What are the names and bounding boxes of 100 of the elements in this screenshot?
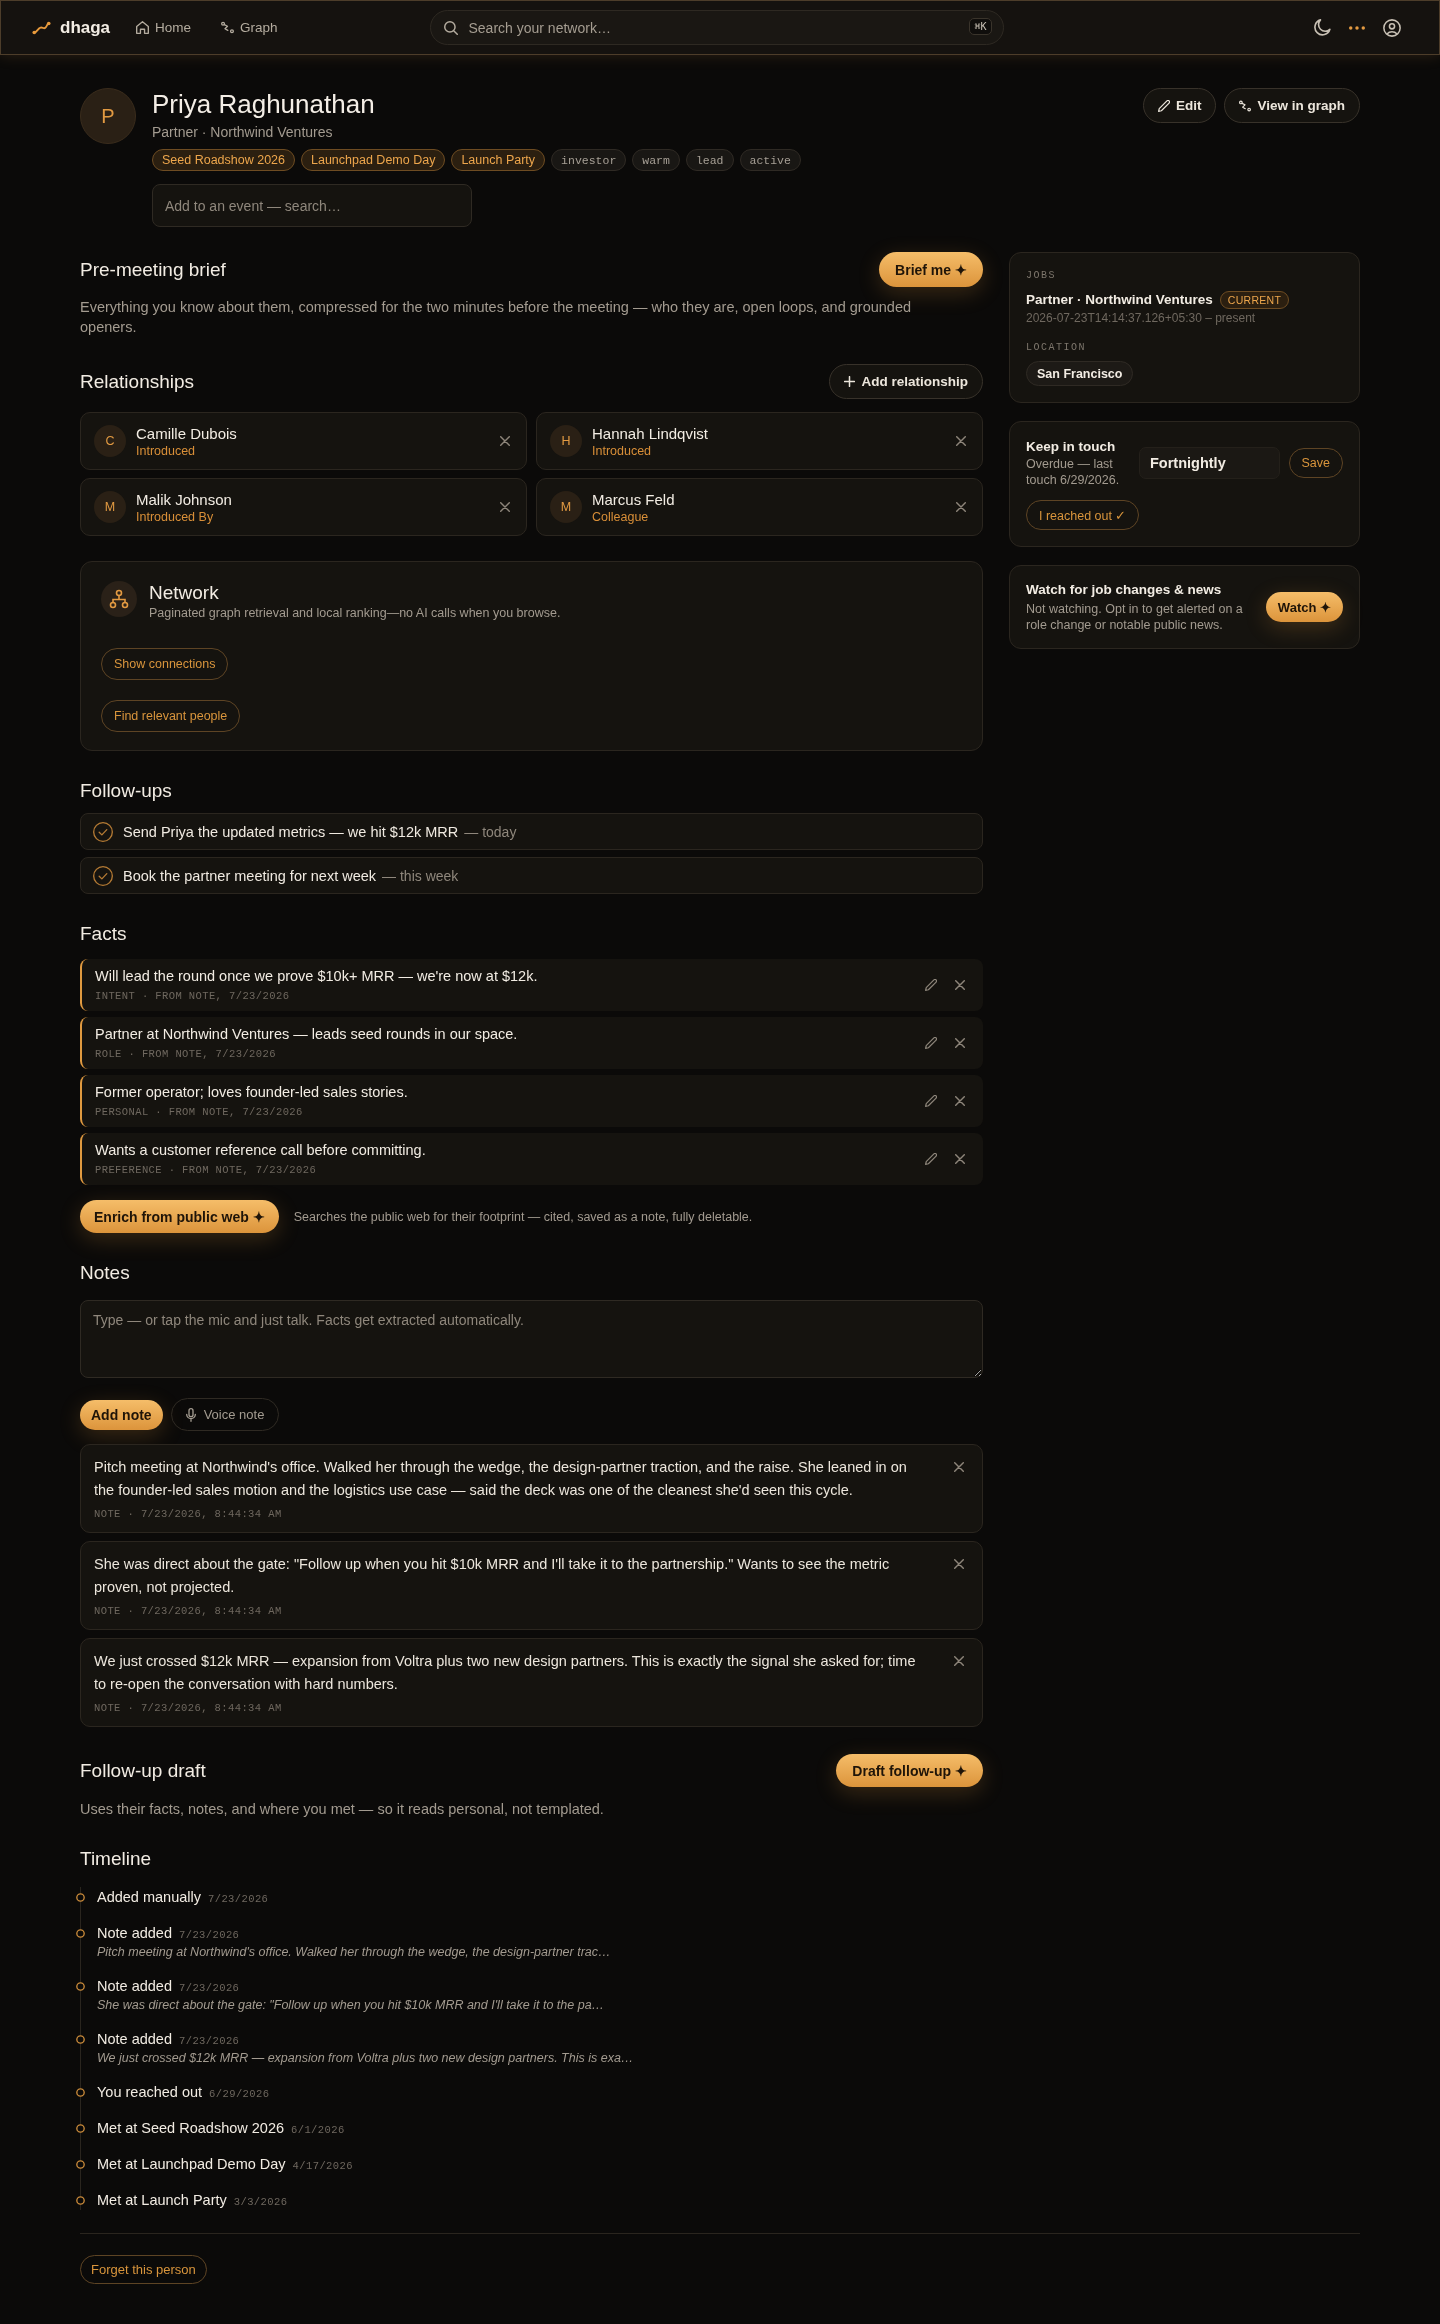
timeline-title: Note added xyxy=(97,2030,172,2049)
due-label: — today xyxy=(464,823,517,840)
pencil-icon[interactable] xyxy=(925,979,937,991)
card-description: Paginated graph retrieval and local ranking—no AI calls when you browse. xyxy=(149,605,561,621)
logo-icon xyxy=(32,20,51,35)
check-circle-icon[interactable] xyxy=(93,821,113,842)
timeline-title: Note added xyxy=(97,1977,172,1996)
relationship-card[interactable]: M Marcus Feld Colleague xyxy=(536,478,983,536)
timeline-date: 4/17/2026 xyxy=(292,2159,353,2173)
fact-meta: INTENT · FROM NOTE, 7/23/2026 xyxy=(95,989,291,1003)
relationship-card[interactable]: H Hannah Lindqvist Introduced xyxy=(536,412,983,470)
tag: investor xyxy=(551,149,627,171)
close-icon[interactable] xyxy=(955,980,965,990)
close-icon[interactable] xyxy=(955,1154,965,1164)
contact-name: Hannah Lindqvist xyxy=(592,423,709,443)
close-icon[interactable] xyxy=(954,1462,964,1472)
relation-label: Colleague xyxy=(592,508,650,525)
nav-link[interactable]: Home xyxy=(134,16,194,39)
section-description: Uses their facts, notes, and where you met — so it reads personal, not templated. xyxy=(80,1800,605,1819)
close-icon[interactable] xyxy=(500,436,510,446)
edit-button[interactable]: Edit xyxy=(1142,88,1217,123)
close-icon[interactable] xyxy=(955,1096,965,1106)
close-icon[interactable] xyxy=(954,1656,964,1666)
person-subtitle: Partner · Northwind Ventures xyxy=(152,123,334,142)
pencil-icon[interactable] xyxy=(925,1037,937,1049)
close-icon[interactable] xyxy=(956,436,966,446)
shortcut-badge: ⌘K xyxy=(969,18,992,35)
note-text: We just crossed $12k MRR — expansion from Voltra plus two new design partners. This is exactly the signal she asked for; time to re-open the conversation with hard numbers. xyxy=(94,1652,917,1694)
timeline-title: You reached out xyxy=(97,2083,203,2102)
timeline-excerpt: Pitch meeting at Northwind's office. Walked her through the wedge, the design-partner trac… xyxy=(97,1944,611,1960)
avatar: M xyxy=(94,491,126,523)
timeline-date: 7/23/2026 xyxy=(179,1928,240,1942)
due-label: — this week xyxy=(382,867,459,884)
note-text: She was direct about the gate: "Follow up when you hit $10k MRR and I'll take it to the partnership." Wants to see the metric proven, not projected. xyxy=(94,1555,891,1597)
moon-icon[interactable] xyxy=(1314,19,1331,36)
contact-name: Marcus Feld xyxy=(592,489,676,509)
relationship-card[interactable]: M Malik Johnson Introduced By xyxy=(80,478,527,536)
section-description: Everything you know about them, compressed for the two minutes before the meeting — who they are, open loops, and grounded openers. xyxy=(80,298,913,337)
close-icon[interactable] xyxy=(955,1038,965,1048)
card-title: Keep in touch xyxy=(1026,438,1117,456)
section-title: Follow-up draft xyxy=(80,1758,206,1783)
pencil-icon[interactable] xyxy=(925,1153,937,1165)
timeline-dot-icon xyxy=(76,2034,85,2044)
note-input[interactable]: Type — or tap the mic and just talk. Facts get extracted automatically. xyxy=(80,1300,983,1378)
graph-icon xyxy=(1239,99,1252,112)
timeline-title: Added manually xyxy=(97,1888,201,1907)
enrich-button[interactable]: Enrich from public web ✦ xyxy=(80,1200,279,1233)
timeline-title: Met at Seed Roadshow 2026 xyxy=(97,2119,284,2138)
timeline-dot-icon xyxy=(76,1892,85,1902)
pencil-icon[interactable] xyxy=(925,1095,937,1107)
user-icon[interactable] xyxy=(1383,18,1401,37)
nav-link[interactable]: Graph xyxy=(219,16,280,39)
mic-icon xyxy=(185,1407,196,1422)
timeline-title: Met at Launchpad Demo Day xyxy=(97,2155,286,2174)
tag: warm xyxy=(632,149,680,171)
current-badge: CURRENT xyxy=(1219,291,1290,309)
timeline-date: 7/23/2026 xyxy=(179,2034,240,2048)
add-note-button[interactable]: Add note xyxy=(80,1399,163,1430)
location-label: LOCATION xyxy=(1026,341,1087,355)
avatar: H xyxy=(550,425,582,457)
event-tag[interactable]: Seed Roadshow 2026 xyxy=(152,149,295,171)
section-title: Timeline xyxy=(80,1847,153,1871)
relationship-card[interactable]: C Camille Dubois Introduced xyxy=(80,412,527,470)
watch-button[interactable]: Watch ✦ xyxy=(1265,592,1343,622)
add-relationship-button[interactable]: Add relationship xyxy=(829,364,983,399)
timeline-dot-icon xyxy=(76,2087,85,2097)
event-tag[interactable]: Launch Party xyxy=(451,149,546,171)
hierarchy-icon xyxy=(101,581,137,617)
event-search-field[interactable]: Add to an event — search… xyxy=(152,184,472,227)
contact-name: Malik Johnson xyxy=(136,489,233,509)
close-icon[interactable] xyxy=(500,502,510,512)
avatar: M xyxy=(550,491,582,523)
timeline-dot-icon xyxy=(76,2195,85,2205)
timeline-title: Met at Launch Party xyxy=(97,2191,227,2210)
ellipsis-icon[interactable] xyxy=(1349,25,1365,30)
tag: lead xyxy=(685,149,734,171)
timeline-date: 7/23/2026 xyxy=(179,1981,240,1995)
close-icon[interactable] xyxy=(956,502,966,512)
timeline-title: Note added xyxy=(97,1924,172,1943)
location-chip: San Francisco xyxy=(1026,361,1134,386)
relation-label: Introduced xyxy=(136,442,197,459)
section-title: Follow-ups xyxy=(80,779,173,803)
timeline-date: 3/3/2026 xyxy=(233,2195,288,2209)
close-icon[interactable] xyxy=(954,1559,964,1569)
event-tag[interactable]: Launchpad Demo Day xyxy=(301,149,446,171)
relation-label: Introduced By xyxy=(136,508,215,525)
brand-name[interactable]: dhaga xyxy=(60,17,111,38)
card-description: Not watching. Opt in to get alerted on a role change or notable public news. xyxy=(1026,601,1244,633)
avatar: P xyxy=(80,88,136,144)
pencil-icon xyxy=(1157,99,1170,112)
draft-button[interactable]: Draft follow-up ✦ xyxy=(836,1754,983,1787)
tag: active xyxy=(739,149,801,171)
card-title: Watch for job changes & news xyxy=(1026,581,1223,599)
timeline-excerpt: She was direct about the gate: "Follow up when you hit $10k MRR and I'll take it to the pa… xyxy=(97,1997,605,2013)
fact-text: Will lead the round once we prove $10k+ MRR — we're now at $12k. xyxy=(95,967,539,986)
view-graph-button[interactable]: View in graph xyxy=(1224,88,1360,123)
card-title: Network xyxy=(149,581,220,604)
frequency-field[interactable]: Fortnightly xyxy=(1139,447,1280,479)
check-circle-icon[interactable] xyxy=(93,865,113,886)
brief-button[interactable]: Brief me ✦ xyxy=(879,252,983,287)
